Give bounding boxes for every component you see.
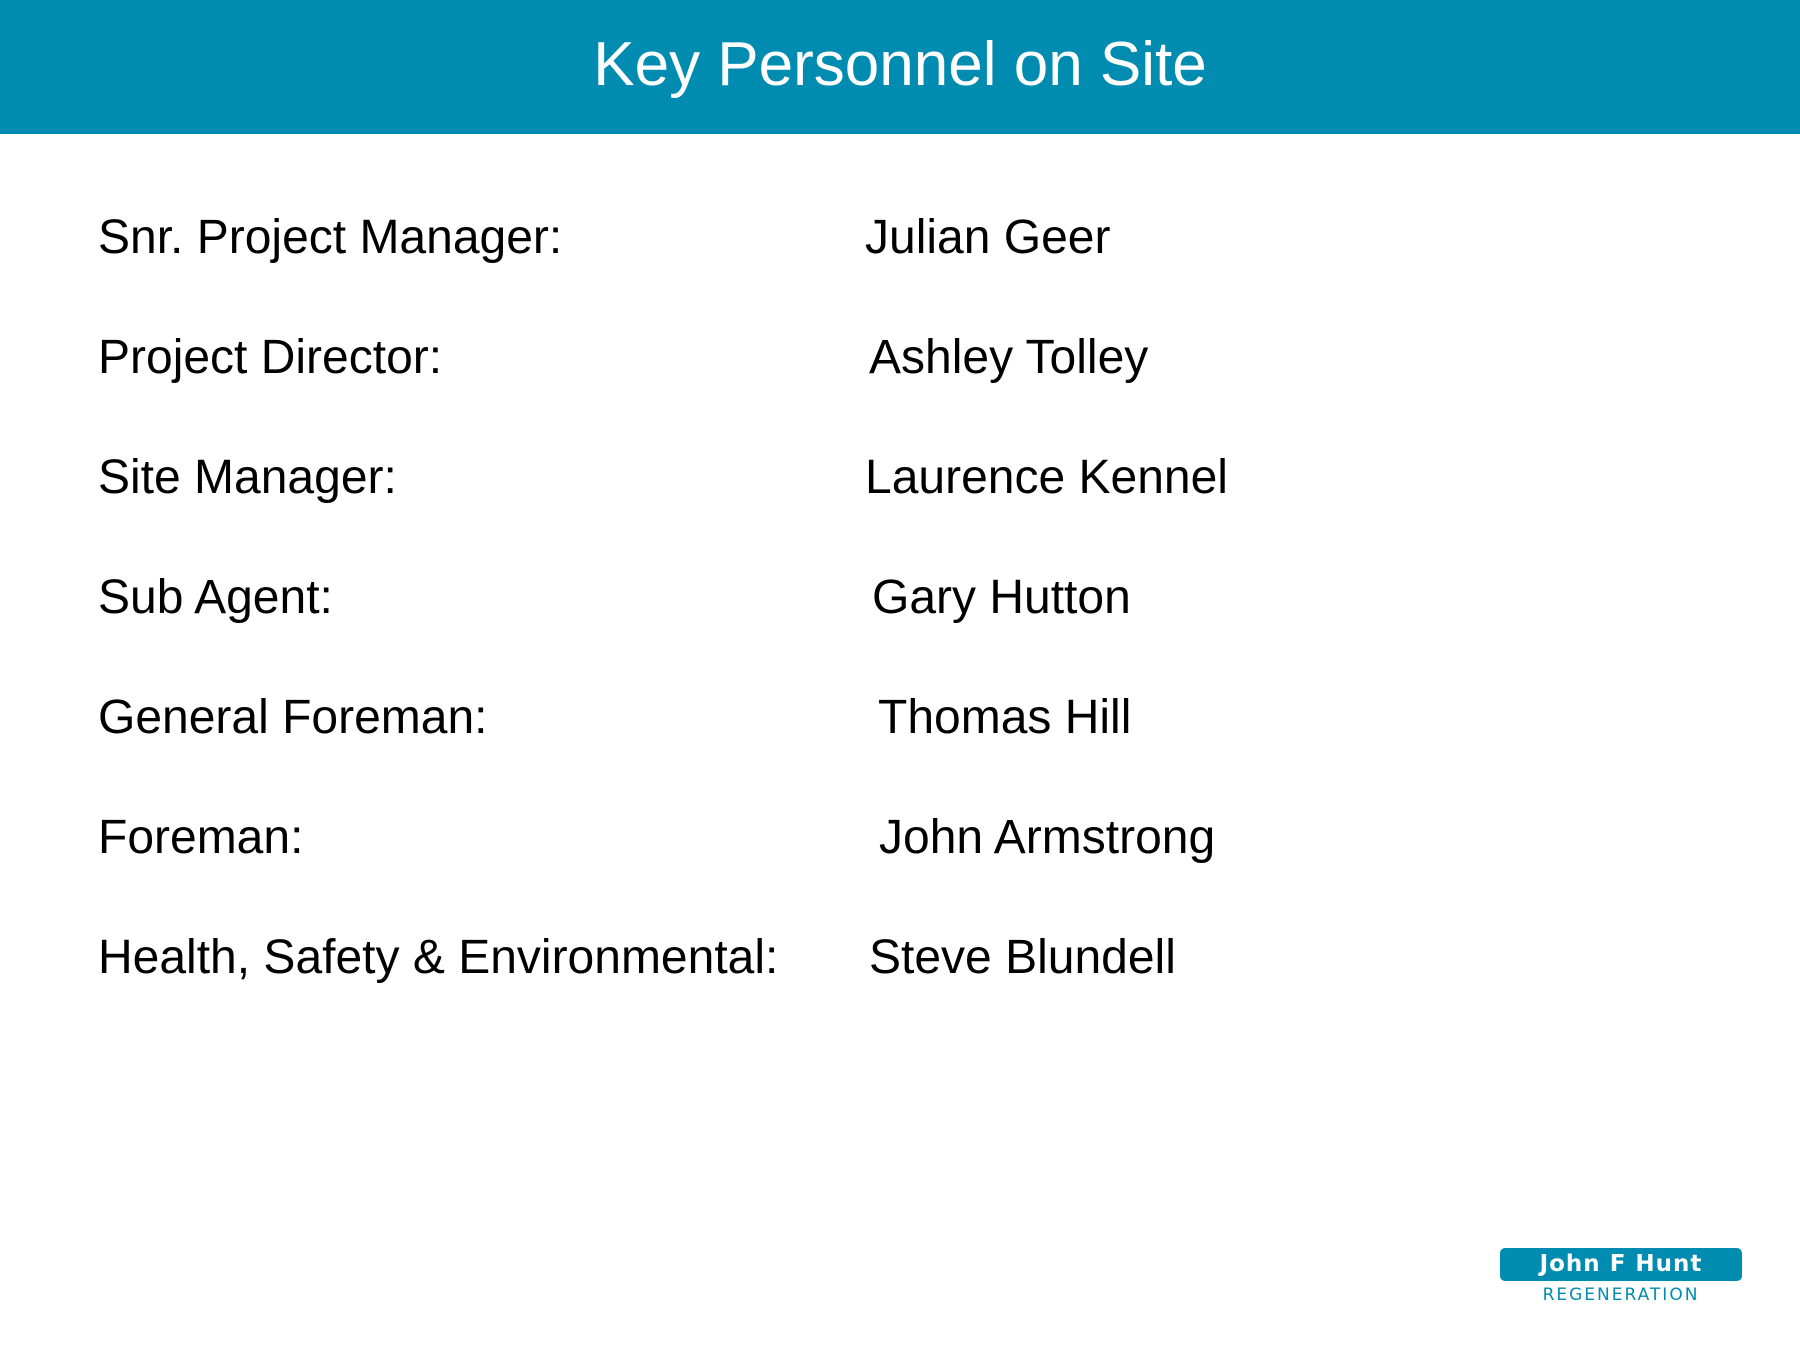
personnel-row: General Foreman: Thomas Hill xyxy=(0,688,1800,748)
logo-badge: John F Hunt xyxy=(1500,1248,1742,1281)
person-name: Laurence Kennel xyxy=(865,451,1228,504)
personnel-row: Foreman: John Armstrong xyxy=(0,808,1800,868)
personnel-row: Sub Agent: Gary Hutton xyxy=(0,568,1800,628)
personnel-row: Site Manager: Laurence Kennel xyxy=(0,448,1800,508)
personnel-row: Health, Safety & Environmental: Steve Bl… xyxy=(0,928,1800,988)
personnel-row: Snr. Project Manager: Julian Geer xyxy=(0,208,1800,268)
logo-subtitle: REGENERATION xyxy=(1542,1285,1700,1305)
person-name: Julian Geer xyxy=(865,211,1111,264)
company-logo: John F Hunt REGENERATION xyxy=(1500,1248,1742,1308)
role-label: Health, Safety & Environmental: xyxy=(98,931,779,984)
person-name: John Armstrong xyxy=(879,811,1216,864)
personnel-row: Project Director: Ashley Tolley xyxy=(0,328,1800,388)
role-label: Snr. Project Manager: xyxy=(98,211,563,264)
person-name: Ashley Tolley xyxy=(869,331,1149,384)
role-label: Site Manager: xyxy=(98,451,397,504)
role-label: Sub Agent: xyxy=(98,571,333,624)
role-label: General Foreman: xyxy=(98,691,488,744)
role-label: Foreman: xyxy=(98,811,304,864)
role-label: Project Director: xyxy=(98,331,443,384)
person-name: Gary Hutton xyxy=(872,571,1131,624)
personnel-list: Snr. Project Manager: Julian Geer Projec… xyxy=(0,0,1800,1100)
person-name: Thomas Hill xyxy=(878,691,1132,744)
person-name: Steve Blundell xyxy=(869,931,1176,984)
